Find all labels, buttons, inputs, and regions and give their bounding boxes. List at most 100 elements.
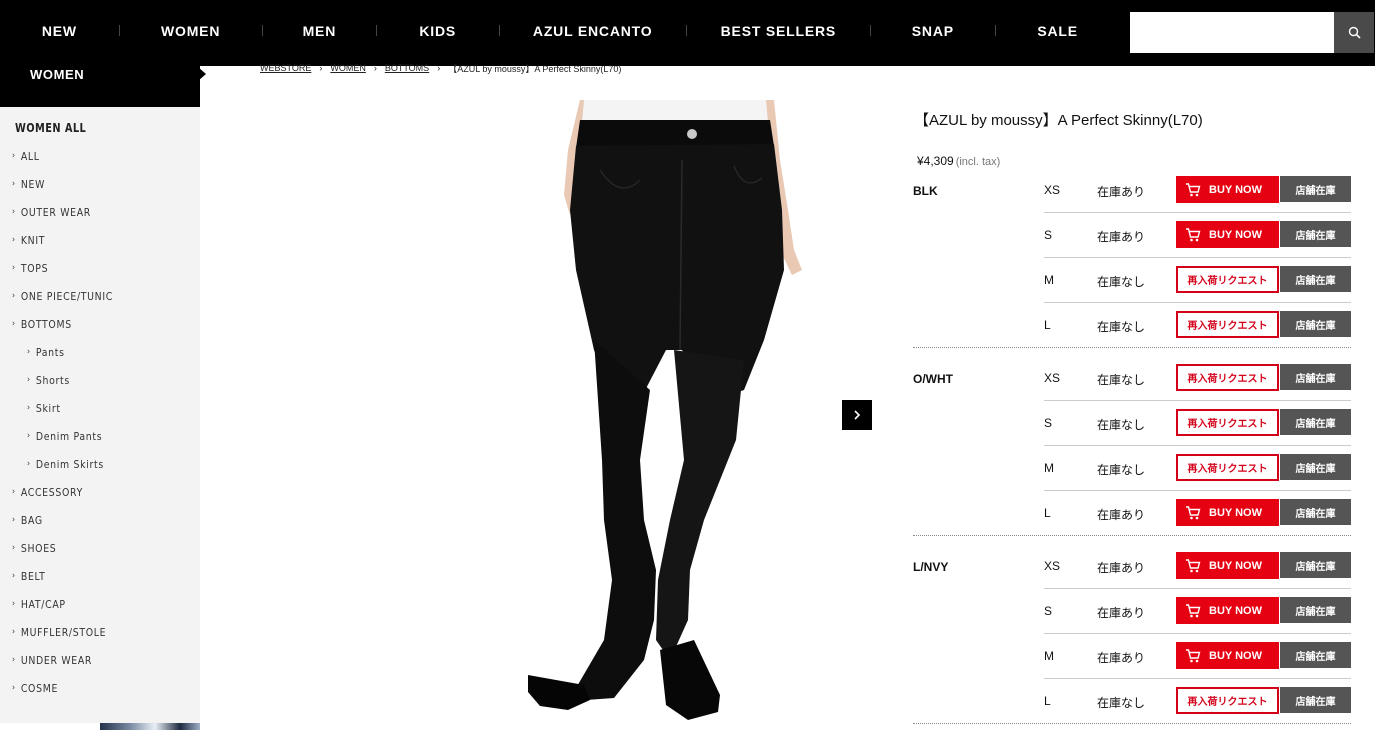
buy-now-label: BUY NOW [1209, 228, 1262, 241]
sidebar-item-label: ONE PIECE/TUNIC [20, 289, 114, 303]
nav-item-women[interactable]: WOMEN [118, 0, 263, 62]
size-label: XS [1044, 559, 1061, 573]
buy-now-button[interactable]: BUY NOW [1176, 176, 1279, 203]
sidebar-item-outer-wear[interactable]: › OUTER WEAR [12, 202, 91, 222]
store-stock-button[interactable]: 店舗在庫 [1280, 364, 1351, 390]
buy-now-button[interactable]: BUY NOW [1176, 499, 1279, 526]
sidebar-item-belt[interactable]: › BELT [12, 566, 46, 586]
restock-request-button[interactable]: 再入荷リクエスト [1176, 409, 1279, 436]
color-label: L/NVY [913, 560, 949, 574]
breadcrumb-link-bottoms[interactable]: BOTTOMS [385, 63, 429, 73]
nav-item-snap[interactable]: SNAP [870, 0, 995, 62]
sidebar-item-label: UNDER WEAR [20, 653, 93, 667]
nav-menu: NEW WOMEN MEN KIDS AZUL ENCANTO BEST SELLERS S… [0, 0, 1120, 62]
sidebar-item-shorts[interactable]: › Shorts [27, 370, 70, 390]
restock-request-button[interactable]: 再入荷リクエスト [1176, 364, 1279, 391]
sidebar-header-label: WOMEN [30, 67, 85, 82]
sidebar-item-denim-pants[interactable]: › Denim Pants [27, 426, 102, 446]
search-input[interactable] [1130, 12, 1334, 53]
store-stock-button[interactable]: 店舗在庫 [1280, 311, 1351, 337]
breadcrumb-link-women[interactable]: WOMEN [330, 63, 366, 73]
size-row: S 在庫あり BUY NOW 店舗在庫 [1044, 589, 1351, 634]
nav-item-best-sellers[interactable]: BEST SELLERS [686, 0, 870, 62]
breadcrumb-link-webstore[interactable]: WEBSTORE [260, 63, 311, 73]
restock-request-button[interactable]: 再入荷リクエスト [1176, 311, 1279, 338]
chevron-right-icon: › [27, 403, 31, 413]
buy-now-button[interactable]: BUY NOW [1176, 597, 1279, 624]
sidebar-item-shoes[interactable]: › SHOES [12, 538, 56, 558]
breadcrumb-separator-icon: › [319, 63, 323, 73]
cart-icon [1185, 182, 1201, 197]
sidebar-banner-image[interactable] [100, 723, 200, 730]
size-row: L 在庫あり BUY NOW 店舗在庫 [1044, 491, 1351, 536]
buy-now-button[interactable]: BUY NOW [1176, 552, 1279, 579]
store-stock-button[interactable]: 店舗在庫 [1280, 266, 1351, 292]
sidebar-item-cosme[interactable]: › COSME [12, 678, 58, 698]
chevron-right-icon: › [12, 179, 16, 189]
cart-icon [1185, 648, 1201, 663]
sidebar-item-knit[interactable]: › KNIT [12, 230, 45, 250]
size-row: M 在庫なし 再入荷リクエスト 店舗在庫 [1044, 258, 1351, 303]
size-row: XS 在庫あり BUY NOW 店舗在庫 [1044, 544, 1351, 589]
restock-request-button[interactable]: 再入荷リクエスト [1176, 687, 1279, 714]
store-stock-button[interactable]: 店舗在庫 [1280, 221, 1351, 247]
cart-icon [1185, 558, 1201, 573]
sidebar-item-label: BOTTOMS [20, 317, 72, 331]
size-label: XS [1044, 183, 1061, 197]
store-stock-button[interactable]: 店舗在庫 [1280, 176, 1351, 202]
restock-request-button[interactable]: 再入荷リクエスト [1176, 454, 1279, 481]
sidebar-item-bottoms[interactable]: › BOTTOMS [12, 314, 72, 334]
chevron-right-icon: › [12, 235, 16, 245]
sidebar-item-skirt[interactable]: › Skirt [27, 398, 61, 418]
sidebar-item-tops[interactable]: › TOPS [12, 258, 48, 278]
nav-item-azul-encanto[interactable]: AZUL ENCANTO [499, 0, 686, 62]
sidebar-item-all[interactable]: › ALL [12, 146, 40, 166]
chevron-right-icon: › [27, 459, 31, 469]
chevron-right-icon: › [12, 291, 16, 301]
nav-item-new[interactable]: NEW [0, 0, 119, 62]
sidebar-item-under-wear[interactable]: › UNDER WEAR [12, 650, 92, 670]
buy-now-button[interactable]: BUY NOW [1176, 642, 1279, 669]
stock-status: 在庫なし [1097, 696, 1146, 710]
store-stock-button[interactable]: 店舗在庫 [1280, 687, 1351, 713]
store-stock-button[interactable]: 店舗在庫 [1280, 642, 1351, 668]
sidebar-item-accessory[interactable]: › ACCESSORY [12, 482, 83, 502]
size-label: S [1044, 604, 1053, 618]
sidebar-item-one-piece-tunic[interactable]: › ONE PIECE/TUNIC [12, 286, 113, 306]
breadcrumb: WEBSTORE › WOMEN › BOTTOMS › 【AZUL by mo… [260, 62, 621, 74]
size-label: M [1044, 649, 1054, 663]
stock-status: 在庫なし [1097, 275, 1146, 289]
size-row: L 在庫なし 再入荷リクエスト 店舗在庫 [1044, 679, 1351, 724]
sidebar-item-denim-skirts[interactable]: › Denim Skirts [27, 454, 104, 474]
stock-status: 在庫あり [1097, 508, 1146, 522]
sidebar-header-arrow-icon [198, 67, 206, 81]
nav-item-kids[interactable]: KIDS [376, 0, 499, 62]
store-stock-button[interactable]: 店舗在庫 [1280, 499, 1351, 525]
restock-request-button[interactable]: 再入荷リクエスト [1176, 266, 1279, 293]
store-stock-button[interactable]: 店舗在庫 [1280, 552, 1351, 578]
search-button[interactable] [1334, 12, 1374, 53]
store-stock-button[interactable]: 店舗在庫 [1280, 597, 1351, 623]
store-stock-button[interactable]: 店舗在庫 [1280, 409, 1351, 435]
skinny-jeans-model-photo [444, 100, 844, 723]
sidebar-item-hat-cap[interactable]: › HAT/CAP [12, 594, 66, 614]
color-label: BLK [913, 184, 938, 198]
breadcrumb-separator-icon: › [437, 63, 441, 73]
stock-status: 在庫なし [1097, 320, 1146, 334]
color-group-o-wht: O/WHT XS 在庫なし 再入荷リクエスト 店舗在庫 S 在庫なし 再入荷リクエスト 店舗在庫… [913, 356, 1351, 536]
size-row: S 在庫あり BUY NOW 店舗在庫 [1044, 213, 1351, 258]
buy-now-button[interactable]: BUY NOW [1176, 221, 1279, 248]
breadcrumb-separator-icon: › [373, 63, 377, 73]
store-stock-button[interactable]: 店舗在庫 [1280, 454, 1351, 480]
nav-item-men[interactable]: MEN [262, 0, 376, 62]
image-next-button[interactable] [842, 400, 872, 430]
sidebar-item-pants[interactable]: › Pants [27, 342, 65, 362]
stock-status: 在庫あり [1097, 606, 1146, 620]
sidebar-item-new[interactable]: › NEW [12, 174, 45, 194]
sidebar-item-muffler-stole[interactable]: › MUFFLER/STOLE [12, 622, 106, 642]
sidebar-title-link[interactable]: WOMEN ALL [15, 121, 86, 135]
chevron-right-icon: › [27, 375, 31, 385]
sidebar-item-bag[interactable]: › BAG [12, 510, 43, 530]
sidebar-item-label: SHOES [20, 541, 57, 555]
nav-item-sale[interactable]: SALE [995, 0, 1120, 62]
